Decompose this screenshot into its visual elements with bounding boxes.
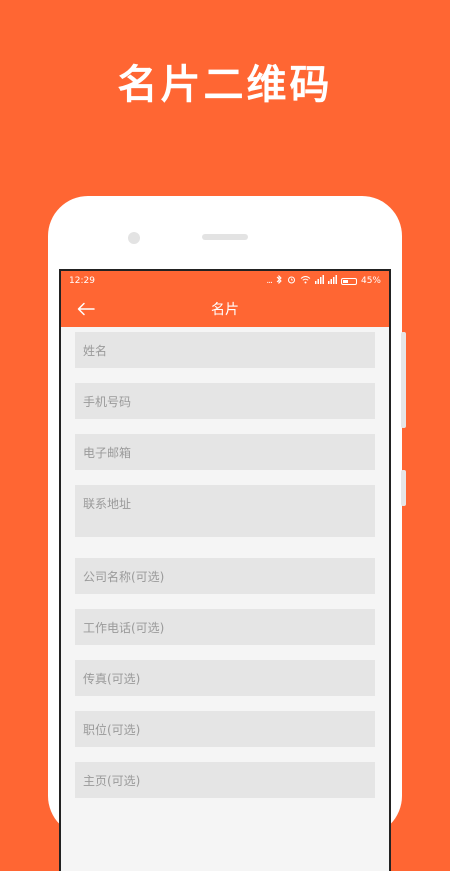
address-field[interactable]: 联系地址: [75, 485, 375, 537]
back-button[interactable]: [75, 299, 97, 319]
phone-camera: [128, 232, 140, 244]
homepage-field[interactable]: 主页(可选): [75, 762, 375, 798]
battery-fill: [342, 279, 348, 283]
card-form: 姓名 手机号码 电子邮箱 联系地址 公司名称(可选) 工作电话(可选) 传真(可…: [61, 327, 389, 798]
status-icons: ... 45%: [266, 274, 381, 287]
battery-percent: 45%: [360, 276, 381, 286]
nav-title: 名片: [211, 302, 239, 318]
email-field[interactable]: 电子邮箱: [75, 434, 375, 470]
arrow-left-icon: [77, 302, 95, 316]
wifi-icon: [300, 275, 311, 287]
alarm-icon: [287, 275, 296, 287]
nav-bar: 名片: [61, 291, 389, 327]
phone-number-field[interactable]: 手机号码: [75, 383, 375, 419]
signal-icon: [327, 275, 337, 287]
work-phone-field[interactable]: 工作电话(可选): [75, 609, 375, 645]
phone-side-button: [401, 470, 406, 506]
phone-side-button: [401, 332, 406, 428]
phone-screen: 12:29 ... 45% 名片 姓名 手机号码 电子邮箱 联系地址 公司名称(…: [59, 269, 391, 871]
name-field[interactable]: 姓名: [75, 332, 375, 368]
bluetooth-icon: [276, 274, 283, 287]
status-dots: ...: [266, 276, 273, 286]
status-time: 12:29: [69, 276, 95, 286]
page-headline: 名片二维码: [117, 62, 333, 108]
battery-icon: [340, 277, 357, 285]
phone-speaker: [202, 234, 248, 240]
status-bar: 12:29 ... 45%: [61, 271, 389, 291]
company-name-field[interactable]: 公司名称(可选): [75, 558, 375, 594]
phone-mockup: 12:29 ... 45% 名片 姓名 手机号码 电子邮箱 联系地址 公司名称(…: [48, 196, 406, 871]
job-title-field[interactable]: 职位(可选): [75, 711, 375, 747]
fax-field[interactable]: 传真(可选): [75, 660, 375, 696]
signal-icon: [314, 275, 324, 287]
